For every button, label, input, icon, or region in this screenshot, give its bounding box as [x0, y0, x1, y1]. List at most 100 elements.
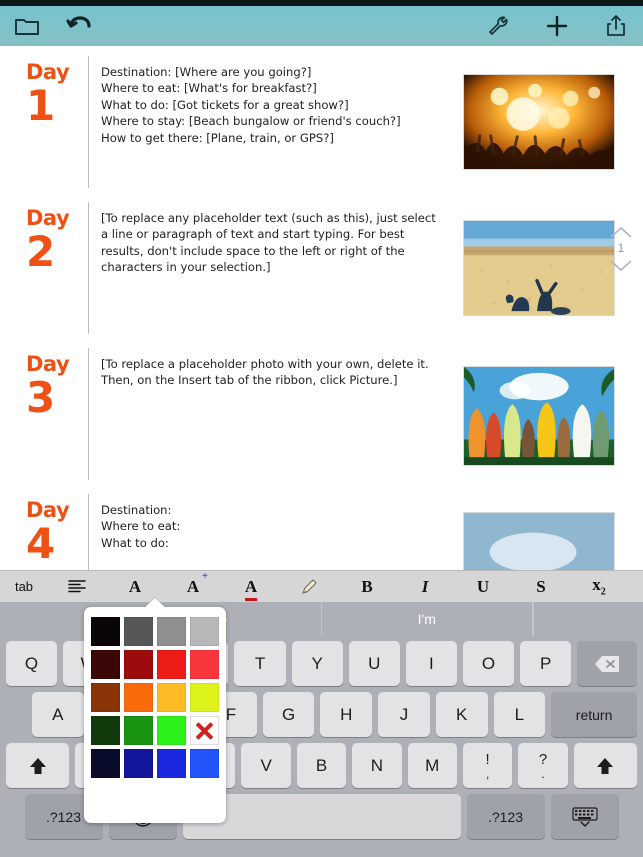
color-swatch[interactable] — [124, 650, 153, 679]
bold-icon[interactable]: B — [338, 571, 396, 603]
return-key[interactable]: return — [551, 692, 637, 737]
toolbar-right-group — [485, 13, 629, 39]
color-swatch[interactable] — [157, 683, 186, 712]
day-text[interactable]: [To replace any placeholder text (such a… — [101, 210, 443, 276]
day-text[interactable]: Destination: [Where are you going?] Wher… — [101, 64, 443, 146]
font-color-popover[interactable] — [84, 598, 226, 823]
color-swatch[interactable] — [157, 716, 186, 745]
color-swatch[interactable] — [91, 749, 120, 778]
color-swatch[interactable] — [91, 716, 120, 745]
key-g[interactable]: G — [262, 692, 315, 737]
color-swatch[interactable] — [190, 650, 219, 679]
hide-keyboard-key[interactable] — [550, 794, 619, 839]
numbers-right-key[interactable]: .?123 — [466, 794, 545, 839]
superscript-icon[interactable]: x2 — [628, 571, 643, 603]
color-swatch[interactable] — [124, 716, 153, 745]
page-number: 1 — [617, 243, 625, 255]
wrench-icon[interactable] — [485, 13, 511, 39]
day-label: Day 4 — [26, 494, 88, 570]
shift-left-key[interactable] — [5, 743, 70, 788]
shift-right-key[interactable] — [573, 743, 638, 788]
color-swatch[interactable] — [157, 617, 186, 646]
day-number: 1 — [26, 81, 56, 130]
color-swatch[interactable] — [91, 650, 120, 679]
key-j[interactable]: J — [378, 692, 430, 737]
day-body[interactable]: Destination: [Where are you going?] Wher… — [88, 56, 455, 188]
key-t[interactable]: T — [234, 641, 286, 686]
document-canvas[interactable]: Day 1 Destination: [Where are you going?… — [0, 46, 643, 570]
color-swatch[interactable] — [124, 749, 153, 778]
key-a[interactable]: A — [32, 692, 84, 737]
day-block[interactable]: Day 4 Destination: Where to eat: What to… — [0, 494, 643, 570]
key-u[interactable]: U — [348, 641, 400, 686]
page-navigator[interactable]: 1 — [607, 226, 635, 272]
folder-icon[interactable] — [14, 13, 40, 39]
key-n[interactable]: N — [352, 743, 402, 788]
color-swatch[interactable] — [190, 617, 219, 646]
font-grow-icon[interactable]: A + — [164, 570, 222, 603]
day-body[interactable]: Destination: Where to eat: What to do: — [88, 494, 455, 570]
format-toolbar: tab A A+ A B I U S x2 x2 Del — [0, 570, 643, 602]
key-p[interactable]: P — [520, 641, 572, 686]
align-icon[interactable] — [48, 571, 106, 603]
share-icon[interactable] — [603, 13, 629, 39]
day-text[interactable]: Destination: Where to eat: What to do: — [101, 502, 443, 551]
day-block[interactable]: Day 3 [To replace a placeholder photo wi… — [0, 348, 643, 480]
suggestion-item[interactable] — [533, 602, 643, 636]
color-swatch[interactable] — [190, 749, 219, 778]
day-word: Day — [26, 498, 70, 522]
color-swatch[interactable] — [91, 617, 120, 646]
strikethrough-icon[interactable]: S — [512, 571, 570, 603]
font-color-icon[interactable]: A — [222, 571, 280, 603]
day-word: Day — [26, 352, 70, 376]
italic-icon[interactable]: I — [396, 571, 454, 603]
question-period-key[interactable]: ? . — [518, 743, 568, 788]
day-text[interactable]: [To replace a placeholder photo with you… — [101, 356, 443, 389]
popover-arrow — [144, 598, 166, 608]
backspace-key[interactable] — [577, 641, 638, 686]
page-down-chevron-icon — [610, 260, 632, 272]
day-label: Day 2 — [26, 202, 88, 334]
surfboards-photo[interactable] — [463, 366, 615, 466]
day-block[interactable]: Day 2 [To replace any placeholder text (… — [0, 202, 643, 334]
key-exclamation: ! — [485, 750, 490, 768]
key-period: . — [541, 766, 545, 781]
subscript-icon[interactable]: x2 — [570, 571, 628, 603]
key-y[interactable]: Y — [291, 641, 343, 686]
key-v[interactable]: V — [241, 743, 291, 788]
key-question: ? — [538, 750, 548, 768]
day-word: Day — [26, 60, 70, 84]
key-k[interactable]: K — [435, 692, 488, 737]
day-number: 3 — [26, 373, 56, 422]
color-swatch[interactable] — [124, 683, 153, 712]
underline-icon[interactable]: U — [454, 571, 512, 603]
highlighter-icon[interactable] — [280, 571, 338, 603]
color-swatch[interactable] — [157, 749, 186, 778]
tab-button[interactable]: tab — [0, 571, 48, 603]
concert-crowd-photo[interactable] — [463, 74, 615, 170]
key-i[interactable]: I — [405, 641, 457, 686]
sky-photo[interactable] — [463, 512, 615, 570]
beach-photo[interactable] — [463, 220, 615, 316]
color-swatch-grid — [91, 617, 219, 778]
plus-icon[interactable] — [544, 13, 570, 39]
undo-icon[interactable] — [66, 13, 92, 39]
key-q[interactable]: Q — [5, 641, 58, 686]
key-l[interactable]: L — [493, 692, 546, 737]
color-swatch[interactable] — [124, 617, 153, 646]
key-b[interactable]: B — [296, 743, 347, 788]
day-block[interactable]: Day 1 Destination: [Where are you going?… — [0, 56, 643, 188]
exclamation-comma-key[interactable]: ! , — [462, 743, 513, 788]
key-h[interactable]: H — [320, 692, 373, 737]
toolbar-left-group — [14, 13, 92, 39]
suggestion-item[interactable]: I'm — [322, 602, 533, 636]
color-swatch[interactable] — [190, 683, 219, 712]
key-m[interactable]: M — [407, 743, 457, 788]
day-body[interactable]: [To replace a placeholder photo with you… — [88, 348, 455, 480]
day-number: 4 — [26, 519, 56, 568]
key-o[interactable]: O — [462, 641, 515, 686]
color-swatch[interactable] — [157, 650, 186, 679]
color-swatch[interactable] — [91, 683, 120, 712]
color-swatch-none[interactable] — [190, 716, 219, 745]
day-body[interactable]: [To replace any placeholder text (such a… — [88, 202, 455, 334]
